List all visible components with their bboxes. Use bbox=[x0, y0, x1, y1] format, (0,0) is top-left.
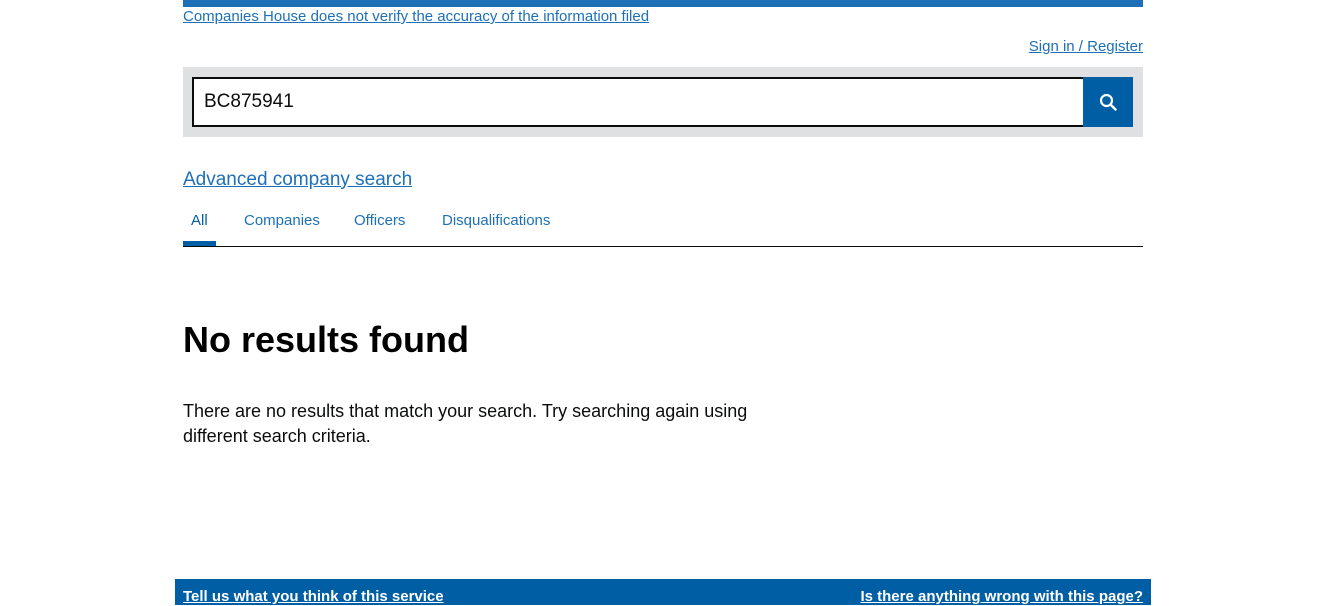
advanced-company-search-link[interactable]: Advanced company search bbox=[183, 168, 412, 192]
active-tab-indicator bbox=[183, 241, 216, 246]
tab-officers[interactable]: Officers bbox=[354, 212, 405, 230]
no-results-message: There are no results that match your sea… bbox=[183, 401, 748, 446]
tab-companies[interactable]: Companies bbox=[244, 212, 320, 230]
report-problem-link[interactable]: Is there anything wrong with this page? bbox=[860, 588, 1143, 606]
search-bar bbox=[183, 67, 1143, 137]
sign-in-register-link[interactable]: Sign in / Register bbox=[1029, 38, 1143, 56]
disclaimer-link[interactable]: Companies House does not verify the accu… bbox=[183, 8, 649, 26]
search-button[interactable] bbox=[1083, 77, 1133, 127]
feedback-link[interactable]: Tell us what you think of this service bbox=[183, 588, 444, 606]
top-accent-bar bbox=[183, 0, 1143, 7]
tab-disqualifications[interactable]: Disqualifications bbox=[442, 212, 550, 230]
search-icon bbox=[1099, 93, 1117, 111]
page-title: No results found bbox=[183, 319, 469, 360]
feedback-footer: Tell us what you think of this service I… bbox=[175, 579, 1151, 605]
search-tabs: All Companies Officers Disqualifications bbox=[183, 200, 1143, 247]
search-input[interactable] bbox=[192, 77, 1088, 127]
tab-all[interactable]: All bbox=[191, 212, 208, 230]
